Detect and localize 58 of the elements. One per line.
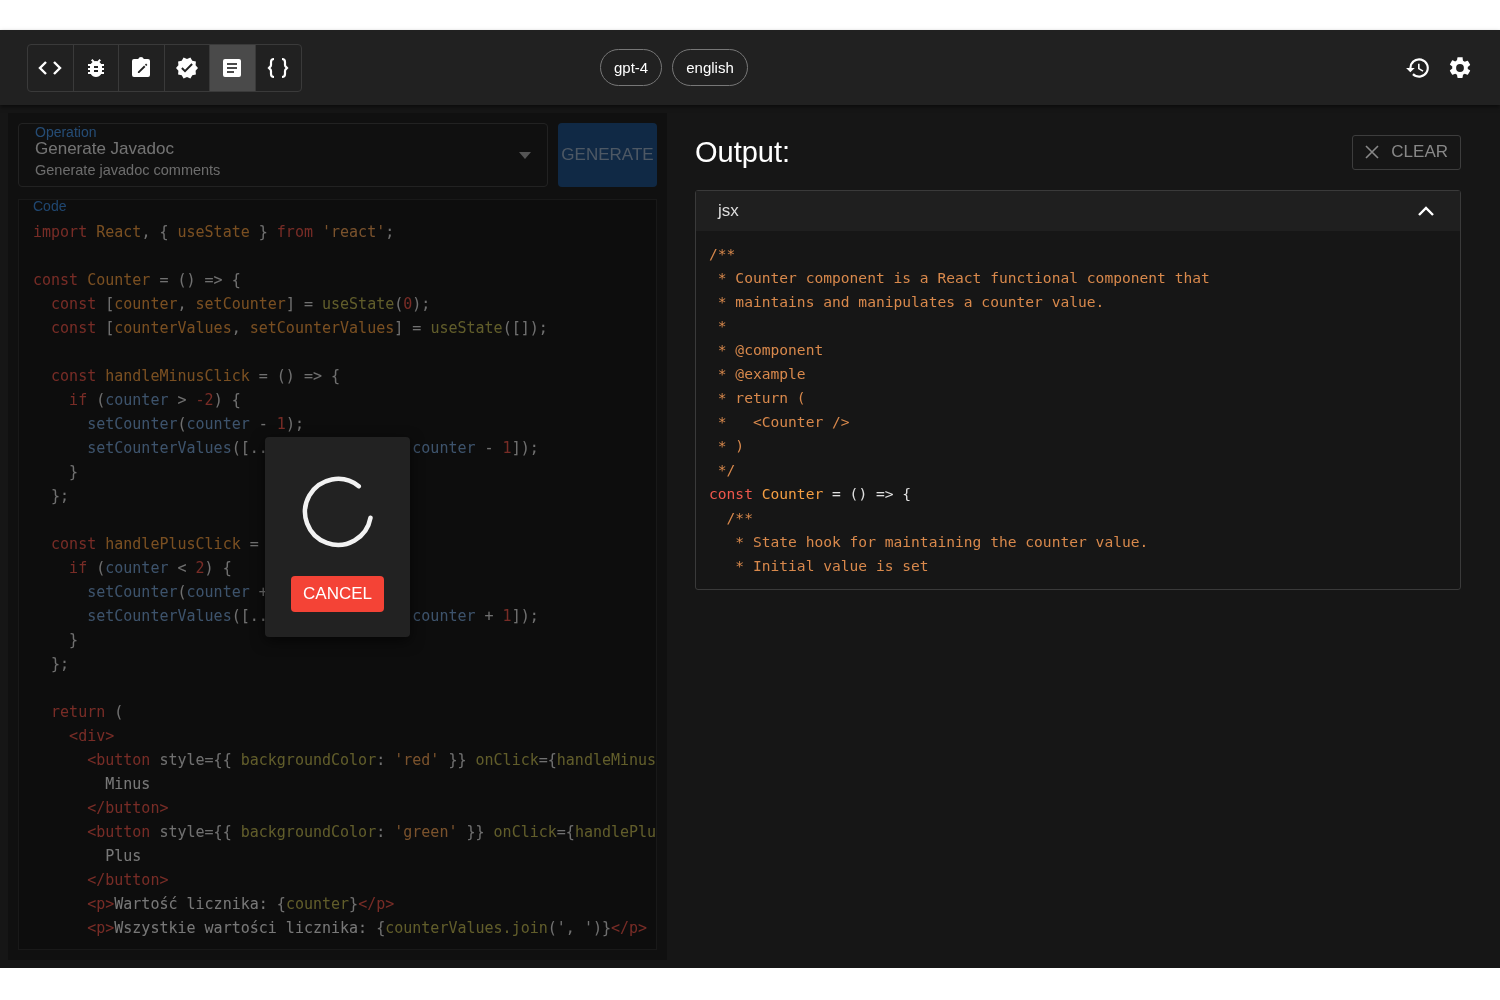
code-line: /** <box>709 244 736 264</box>
code-line: }; <box>50 654 70 675</box>
code-line: * Counter component is a React functional component that <box>716 268 1210 288</box>
code-line: setCounterValues([.. <box>86 438 268 459</box>
code-line: const [counter, setCounter] = useState(0); <box>50 294 431 315</box>
code-line: const handleMinusClick = () => { <box>50 366 341 387</box>
spinner-icon <box>300 475 375 549</box>
cancel-button[interactable]: CANCEL <box>291 576 384 612</box>
field-label: Operation <box>34 125 98 139</box>
code-line: } <box>68 630 79 651</box>
code-line: counter - 1]); <box>412 438 539 459</box>
operation-select[interactable]: Operation Generate Javadoc Generate javadoc comments <box>18 123 548 187</box>
code-line: * <Counter /> <box>716 412 850 432</box>
caret-icon <box>519 151 531 159</box>
code-line: * State hook for maintaining the counter value. <box>734 532 1149 552</box>
code-line: * Initial value is set <box>734 556 929 576</box>
select-value: Generate Javadoc <box>35 138 175 159</box>
close-icon <box>1365 145 1380 159</box>
braces-icon <box>266 55 291 80</box>
field-label: Code <box>33 200 67 214</box>
code-line: </button> <box>86 798 169 819</box>
code-line: return ( <box>50 702 124 723</box>
code-line: Minus <box>104 774 151 795</box>
code-line: * @example <box>716 364 806 384</box>
code-line: <p>Wszystkie wartości licznika: {counterValues.join(', ')}</p> <box>86 918 648 939</box>
code-line: <div> <box>68 726 115 747</box>
code-line: }; <box>50 486 70 507</box>
code-line: } <box>68 462 79 483</box>
code-line: setCounterValues([.. <box>86 606 268 627</box>
code-line: counter + 1]); <box>412 606 539 627</box>
code-line: const Counter = () => { <box>33 270 241 291</box>
code-line: /** <box>725 508 753 528</box>
code-line: <button style={{ backgroundColor: 'green' }} onClick={handlePlu <box>86 822 656 843</box>
code-line: * ) <box>716 436 745 456</box>
code-line: setCounter(counter - 1); <box>86 414 304 435</box>
code-line: * maintains and manipulates a counter value. <box>716 292 1105 312</box>
select-description: Generate javadoc comments <box>35 161 222 178</box>
code-line: const handlePlusClick = <box>50 534 259 555</box>
code-line: * <box>716 316 727 336</box>
code-line: */ <box>716 460 736 480</box>
code-line: import React, { useState } from 'react'; <box>33 222 395 243</box>
code-line: * return ( <box>716 388 806 408</box>
code-line: </button> <box>86 870 169 891</box>
code-line: const [counterValues, setCounterValues] = useState([]); <box>50 318 548 339</box>
toolbar-button[interactable] <box>210 44 256 91</box>
code-line: if (counter > -2) { <box>68 390 241 411</box>
clear-button[interactable]: CLEAR <box>1352 134 1461 170</box>
verified-badge-icon <box>174 55 199 80</box>
panel-header[interactable]: jsx <box>696 191 1460 231</box>
language-label: jsx <box>718 201 739 221</box>
code-line: <p>Wartość licznika: {counter}</p> <box>86 894 395 915</box>
output-heading: Output: <box>695 135 791 169</box>
code-line: const Counter = () => { <box>709 484 912 504</box>
code-line: <button style={{ backgroundColor: 'red' }} onClick={handleMinus <box>86 750 656 771</box>
code-line: * @component <box>716 340 824 360</box>
code-line: Plus <box>104 846 142 867</box>
code-line: if (counter < 2) { <box>68 558 232 579</box>
chevron-icon[interactable] <box>1418 206 1434 216</box>
